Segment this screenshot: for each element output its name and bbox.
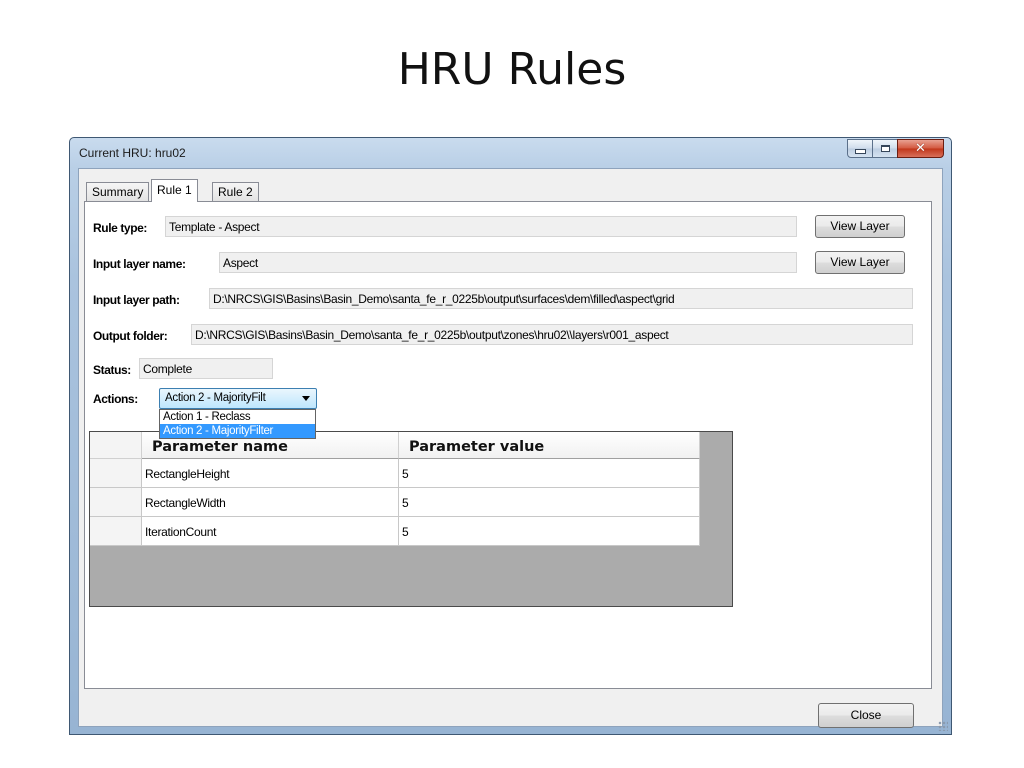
input-layer-name-field: Aspect bbox=[219, 252, 797, 273]
view-layer-button-1[interactable]: View Layer bbox=[815, 215, 905, 238]
tab-summary[interactable]: Summary bbox=[86, 182, 150, 201]
status-label: Status: bbox=[93, 363, 131, 377]
grid-cell-value[interactable]: 5 bbox=[399, 517, 700, 546]
parameters-grid: Parameter name Parameter value Rectangle… bbox=[89, 431, 733, 607]
actions-combobox[interactable]: Action 2 - MajorityFilt bbox=[159, 388, 317, 409]
grid-row-header[interactable] bbox=[90, 488, 142, 517]
close-window-button[interactable]: ✕ bbox=[897, 139, 944, 158]
minimize-button[interactable] bbox=[847, 139, 873, 158]
grid-cell-value[interactable]: 5 bbox=[399, 488, 700, 517]
status-field: Complete bbox=[139, 358, 273, 379]
view-layer-button-2[interactable]: View Layer bbox=[815, 251, 905, 274]
chevron-down-icon bbox=[302, 396, 310, 401]
grid-corner-header bbox=[90, 432, 142, 459]
rule-panel: Rule type: Template - Aspect View Layer … bbox=[84, 201, 932, 689]
grid-cell-name[interactable]: IterationCount bbox=[142, 517, 399, 546]
actions-dropdown-list: Action 1 - Reclass Action 2 - MajorityFi… bbox=[159, 409, 316, 439]
minimize-icon bbox=[854, 149, 866, 154]
close-button[interactable]: Close bbox=[818, 703, 914, 728]
maximize-icon bbox=[880, 145, 890, 152]
input-layer-path-field: D:\NRCS\GIS\Basins\Basin_Demo\santa_fe_r… bbox=[209, 288, 913, 309]
rule-type-field: Template - Aspect bbox=[165, 216, 797, 237]
grid-cell-name[interactable]: RectangleWidth bbox=[142, 488, 399, 517]
grid-cell-name[interactable]: RectangleHeight bbox=[142, 459, 399, 488]
close-icon: ✕ bbox=[915, 141, 926, 156]
slide-title: HRU Rules bbox=[397, 44, 627, 95]
window-title: Current HRU: hru02 bbox=[79, 146, 186, 160]
window-client-area: Summary Rule 1 Rule 2 Rule type: Templat… bbox=[78, 168, 943, 728]
dropdown-option-action-2[interactable]: Action 2 - MajorityFilter bbox=[160, 424, 315, 438]
actions-label: Actions: bbox=[93, 392, 138, 406]
output-folder-label: Output folder: bbox=[93, 329, 168, 343]
output-folder-field: D:\NRCS\GIS\Basins\Basin_Demo\santa_fe_r… bbox=[191, 324, 913, 345]
input-layer-name-label: Input layer name: bbox=[93, 257, 186, 271]
caption-buttons: ✕ bbox=[847, 139, 944, 159]
actions-selected-value: Action 2 - MajorityFilt bbox=[165, 392, 266, 404]
grid-header-parameter-value[interactable]: Parameter value bbox=[399, 432, 700, 459]
grid-cell-value[interactable]: 5 bbox=[399, 459, 700, 488]
grid-row-header[interactable] bbox=[90, 517, 142, 546]
dropdown-option-action-1[interactable]: Action 1 - Reclass bbox=[160, 410, 315, 424]
tab-rule-2[interactable]: Rule 2 bbox=[212, 182, 259, 201]
hru-window: Current HRU: hru02 ✕ Summary Rule 1 Rule… bbox=[69, 137, 952, 735]
tab-rule-1[interactable]: Rule 1 bbox=[151, 179, 198, 202]
input-layer-path-label: Input layer path: bbox=[93, 293, 180, 307]
grid-row-header[interactable] bbox=[90, 459, 142, 488]
rule-type-label: Rule type: bbox=[93, 221, 148, 235]
resize-grip-icon[interactable] bbox=[938, 721, 948, 731]
maximize-button[interactable] bbox=[872, 139, 898, 158]
